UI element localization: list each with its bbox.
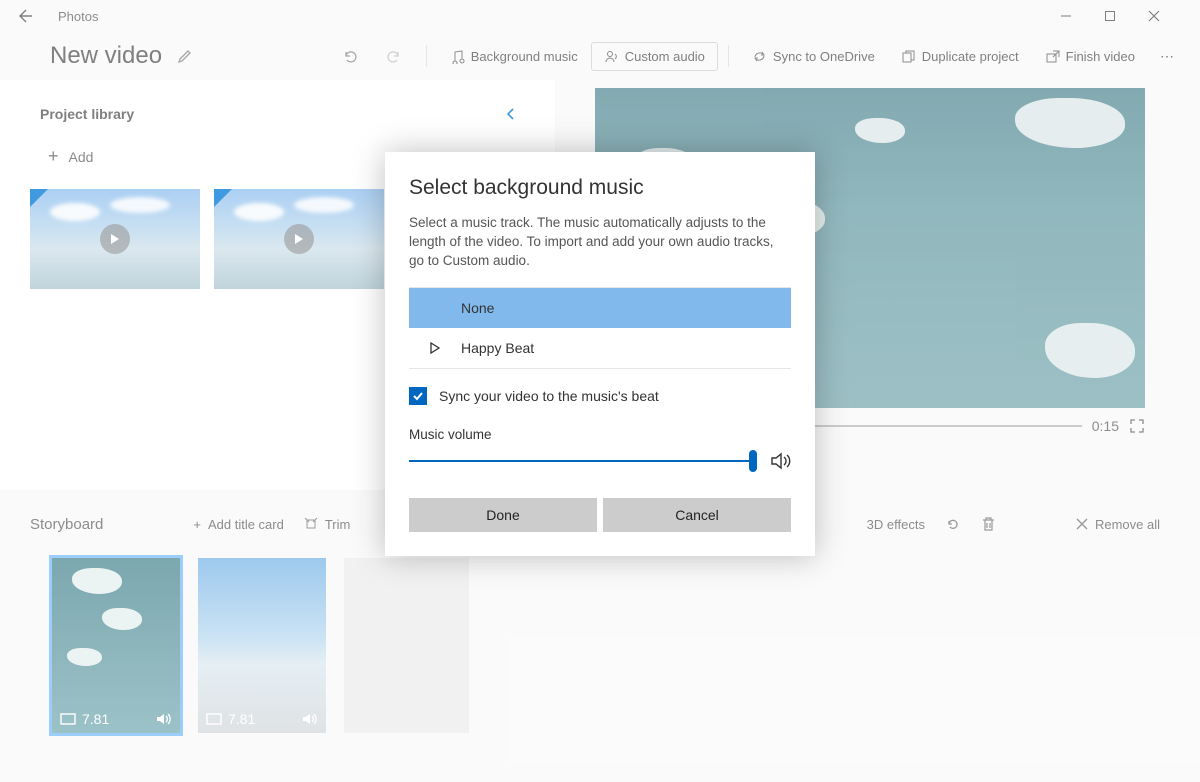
background-music-dialog: Select background music Select a music t… [385, 152, 815, 556]
track-label: Happy Beat [461, 340, 534, 356]
music-volume-label: Music volume [409, 427, 791, 442]
music-volume-slider[interactable] [409, 453, 757, 469]
track-label: None [461, 300, 494, 316]
dialog-description: Select a music track. The music automati… [409, 214, 791, 271]
sync-beat-checkbox[interactable] [409, 387, 427, 405]
dialog-title: Select background music [409, 176, 791, 200]
done-button[interactable]: Done [409, 498, 597, 532]
play-icon [429, 342, 441, 354]
music-track-none[interactable]: None [409, 288, 791, 328]
cancel-button[interactable]: Cancel [603, 498, 791, 532]
music-track-happy-beat[interactable]: Happy Beat [409, 328, 791, 368]
sync-beat-label: Sync your video to the music's beat [439, 388, 659, 404]
speaker-icon [771, 452, 791, 470]
